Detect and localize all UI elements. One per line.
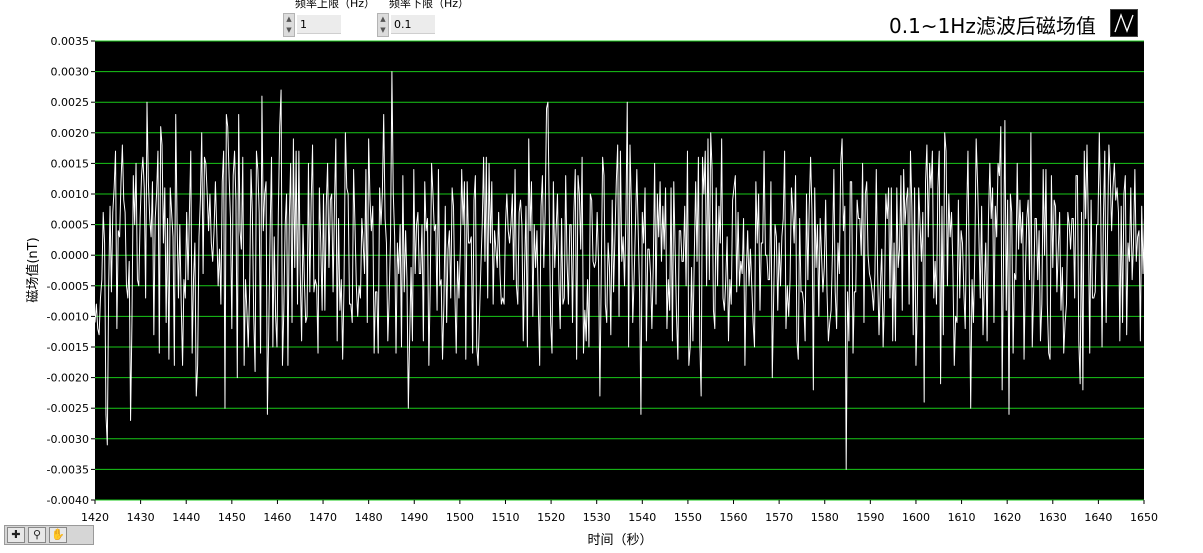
- x-tick-label: 1610: [948, 511, 976, 524]
- x-tick-label: 1560: [720, 511, 748, 524]
- upper-limit-spinner[interactable]: ▲ ▼: [283, 13, 295, 37]
- lower-limit-input[interactable]: 0.1: [391, 15, 435, 34]
- y-tick-label: 0.0015: [51, 157, 90, 170]
- plot-style-icon: [1114, 13, 1134, 33]
- x-tick-label: 1480: [355, 511, 383, 524]
- x-tick-label: 1640: [1084, 511, 1112, 524]
- upper-limit-input[interactable]: 1: [297, 15, 341, 34]
- decrement-arrow-icon[interactable]: ▼: [284, 25, 294, 36]
- x-tick-label: 1590: [856, 511, 884, 524]
- increment-arrow-icon[interactable]: ▲: [284, 14, 294, 25]
- x-tick-label: 1460: [263, 511, 291, 524]
- x-tick-label: 1540: [628, 511, 656, 524]
- x-tick-label: 1570: [765, 511, 793, 524]
- y-axis: 0.0035 0.0030 0.0025 0.0020 0.0015 0.0010 0.00…: [47, 35, 95, 507]
- plot-legend-label: 0.1~1Hz滤波后磁场值: [889, 14, 1096, 38]
- y-tick-label: -0.0015: [47, 341, 89, 354]
- lower-limit-spinner[interactable]: ▲ ▼: [377, 13, 389, 37]
- plot-legend-icon[interactable]: [1110, 9, 1138, 37]
- x-tick-label: 1450: [218, 511, 246, 524]
- y-tick-label: -0.0020: [47, 372, 89, 385]
- zoom-icon[interactable]: ⚲: [28, 527, 46, 543]
- y-tick-label: -0.0035: [47, 463, 89, 476]
- x-axis-label: 时间（秒）: [587, 533, 652, 548]
- y-tick-label: 0.0020: [51, 127, 90, 140]
- graph-palette: ✚ ⚲ ✋: [4, 525, 94, 545]
- x-tick-label: 1440: [172, 511, 200, 524]
- y-tick-label: -0.0005: [47, 280, 89, 293]
- pan-hand-icon[interactable]: ✋: [49, 527, 67, 543]
- y-tick-label: 0.0000: [51, 249, 90, 262]
- x-tick-label: 1510: [491, 511, 519, 524]
- y-tick-label: -0.0025: [47, 402, 89, 415]
- y-axis-label: 磁场值(nT): [25, 237, 41, 302]
- y-tick-label: 0.0025: [51, 96, 90, 109]
- y-tick-label: -0.0010: [47, 310, 89, 323]
- y-tick-label: 0.0005: [51, 219, 90, 232]
- x-tick-label: 1500: [446, 511, 474, 524]
- x-tick-label: 1420: [81, 511, 109, 524]
- x-tick-label: 1630: [1039, 511, 1067, 524]
- y-tick-label: -0.0040: [47, 494, 89, 507]
- y-tick-label: -0.0030: [47, 433, 89, 446]
- x-tick-label: 1520: [537, 511, 565, 524]
- x-tick-label: 1430: [127, 511, 155, 524]
- x-tick-label: 1620: [993, 511, 1021, 524]
- x-tick-label: 1490: [400, 511, 428, 524]
- lower-limit-label: 频率下限（Hz）: [389, 0, 470, 10]
- decrement-arrow-icon[interactable]: ▼: [378, 25, 388, 36]
- waveform-chart: 0.0035 0.0030 0.0025 0.0020 0.0015 0.0010 0.00…: [25, 35, 1203, 548]
- y-tick-label: 0.0010: [51, 188, 90, 201]
- x-tick-label: 1650: [1130, 511, 1158, 524]
- x-tick-label: 1470: [309, 511, 337, 524]
- x-tick-label: 1530: [583, 511, 611, 524]
- x-axis: 1420 1430 1440 1450 1460 1470 1480 1490 1500 1510…: [81, 500, 1158, 524]
- increment-arrow-icon[interactable]: ▲: [378, 14, 388, 25]
- upper-limit-label: 频率上限（Hz）: [295, 0, 376, 10]
- x-tick-label: 1580: [811, 511, 839, 524]
- y-tick-label: 0.0035: [51, 35, 90, 48]
- x-tick-label: 1600: [902, 511, 930, 524]
- y-tick-label: 0.0030: [51, 66, 90, 79]
- x-tick-label: 1550: [674, 511, 702, 524]
- cursor-crosshair-icon[interactable]: ✚: [7, 527, 25, 543]
